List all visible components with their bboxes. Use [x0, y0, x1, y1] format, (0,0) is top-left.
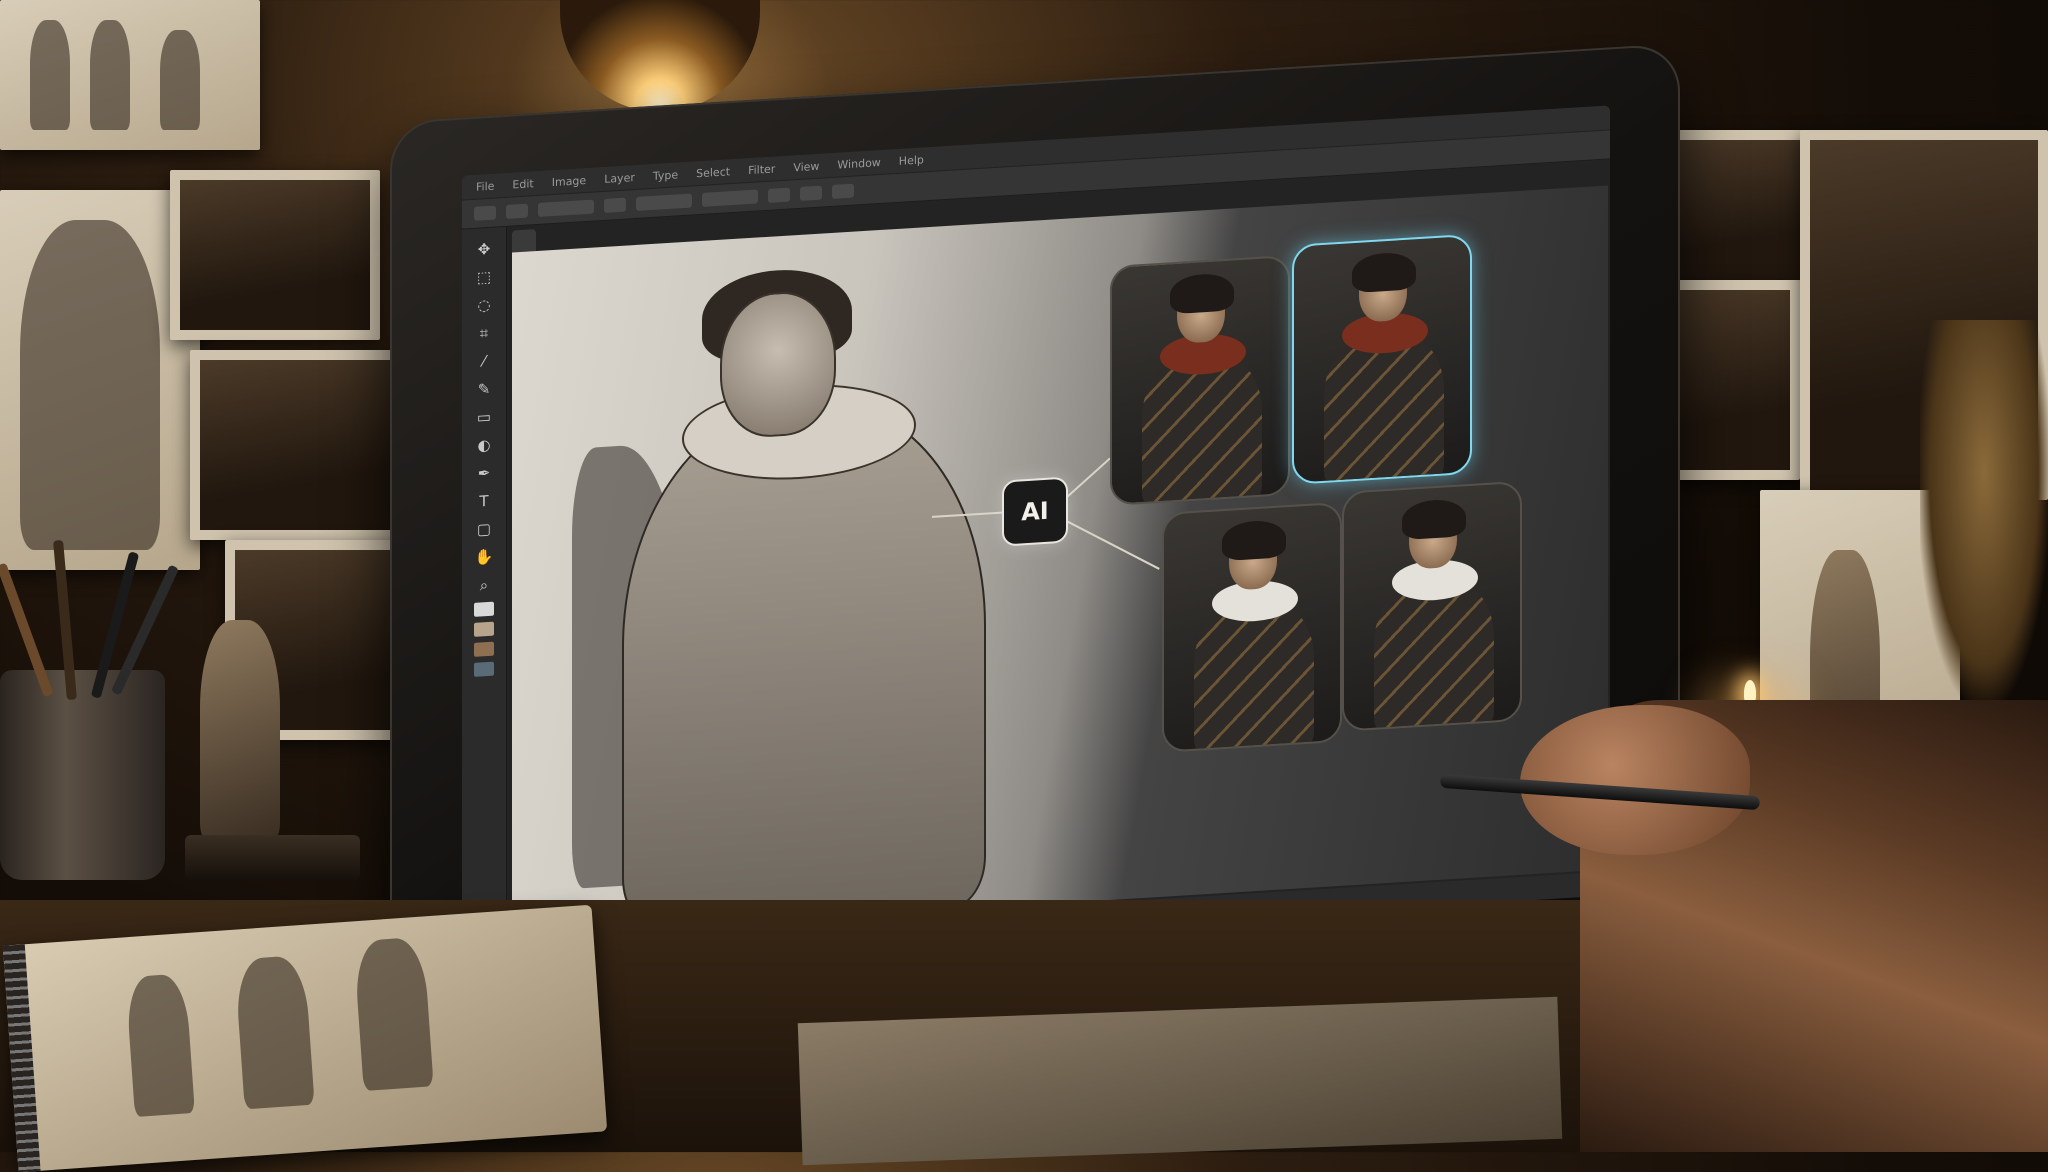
- option-pressure-icon[interactable]: [800, 185, 822, 201]
- option-flow[interactable]: [702, 189, 758, 207]
- variant-card-2[interactable]: [1292, 233, 1472, 485]
- option-airbrush-icon[interactable]: [768, 187, 790, 203]
- variant-card-3[interactable]: [1162, 501, 1342, 753]
- color-swatch-2[interactable]: [474, 621, 494, 637]
- variant-hair: [1352, 251, 1416, 294]
- color-swatch-4[interactable]: [474, 661, 494, 677]
- hand-icon[interactable]: ✋: [473, 546, 495, 569]
- connector-line-2: [1063, 518, 1160, 570]
- tools-panel: ✥ ⬚ ◌ ⌗ ⁄ ✎ ▭ ◐ ✒ T ▢ ✋ ⌕: [462, 226, 507, 952]
- menu-image[interactable]: Image: [552, 174, 586, 189]
- sketch-notebook: [2, 904, 608, 1172]
- option-mode-icon[interactable]: [604, 197, 626, 213]
- desk-sketch-paper: [797, 996, 1563, 1166]
- option-symmetry-icon[interactable]: [832, 183, 854, 199]
- option-home-icon[interactable]: [474, 205, 496, 221]
- option-opacity[interactable]: [636, 193, 692, 211]
- menu-layer[interactable]: Layer: [604, 171, 635, 186]
- wall-photo-landscape-2: [190, 350, 400, 540]
- zoom-icon[interactable]: ⌕: [473, 574, 495, 597]
- menu-select[interactable]: Select: [696, 165, 730, 180]
- eraser-icon[interactable]: ▭: [473, 406, 495, 429]
- brush-icon[interactable]: ✎: [473, 378, 495, 401]
- shape-icon[interactable]: ▢: [473, 518, 495, 541]
- ai-node[interactable]: AI: [1002, 476, 1068, 547]
- menu-window[interactable]: Window: [837, 155, 880, 171]
- variant-card-4[interactable]: [1342, 480, 1522, 732]
- pen-icon[interactable]: ✒: [473, 462, 495, 485]
- wall-sketch-armor-left: [0, 0, 260, 150]
- eyedropper-icon[interactable]: ⁄: [473, 350, 495, 373]
- marquee-icon[interactable]: ⬚: [473, 266, 495, 289]
- menu-file[interactable]: File: [476, 179, 494, 193]
- variant-hair: [1170, 272, 1234, 315]
- tablet-screen: File Edit Image Layer Type Select Filter…: [462, 105, 1610, 966]
- dried-plant: [1920, 320, 2048, 700]
- connector-line-1: [1063, 457, 1111, 501]
- figurine-left-base: [185, 835, 360, 880]
- menu-view[interactable]: View: [793, 159, 819, 174]
- figurine-left: [200, 620, 280, 840]
- document-tab[interactable]: [512, 229, 536, 253]
- lasso-icon[interactable]: ◌: [473, 294, 495, 317]
- variant-card-1[interactable]: [1110, 254, 1290, 506]
- canvas[interactable]: AI: [512, 185, 1608, 937]
- option-tool-preset-icon[interactable]: [506, 203, 528, 219]
- variant-hair: [1222, 519, 1286, 562]
- drawing-tablet: File Edit Image Layer Type Select Filter…: [390, 43, 1680, 1022]
- pen-cup: [0, 670, 165, 880]
- menu-type[interactable]: Type: [653, 168, 678, 183]
- crop-icon[interactable]: ⌗: [473, 322, 495, 345]
- color-swatch-3[interactable]: [474, 641, 494, 657]
- option-brush-size[interactable]: [538, 199, 594, 217]
- variant-hair: [1402, 498, 1466, 541]
- menu-edit[interactable]: Edit: [512, 177, 533, 191]
- menu-help[interactable]: Help: [899, 153, 924, 168]
- artist-hand: [1520, 705, 1750, 855]
- menu-filter[interactable]: Filter: [748, 162, 775, 177]
- text-icon[interactable]: T: [473, 490, 495, 513]
- gradient-icon[interactable]: ◐: [473, 434, 495, 457]
- move-icon[interactable]: ✥: [473, 238, 495, 261]
- wall-photo-landscape-1: [170, 170, 380, 340]
- color-swatch-1[interactable]: [474, 601, 494, 617]
